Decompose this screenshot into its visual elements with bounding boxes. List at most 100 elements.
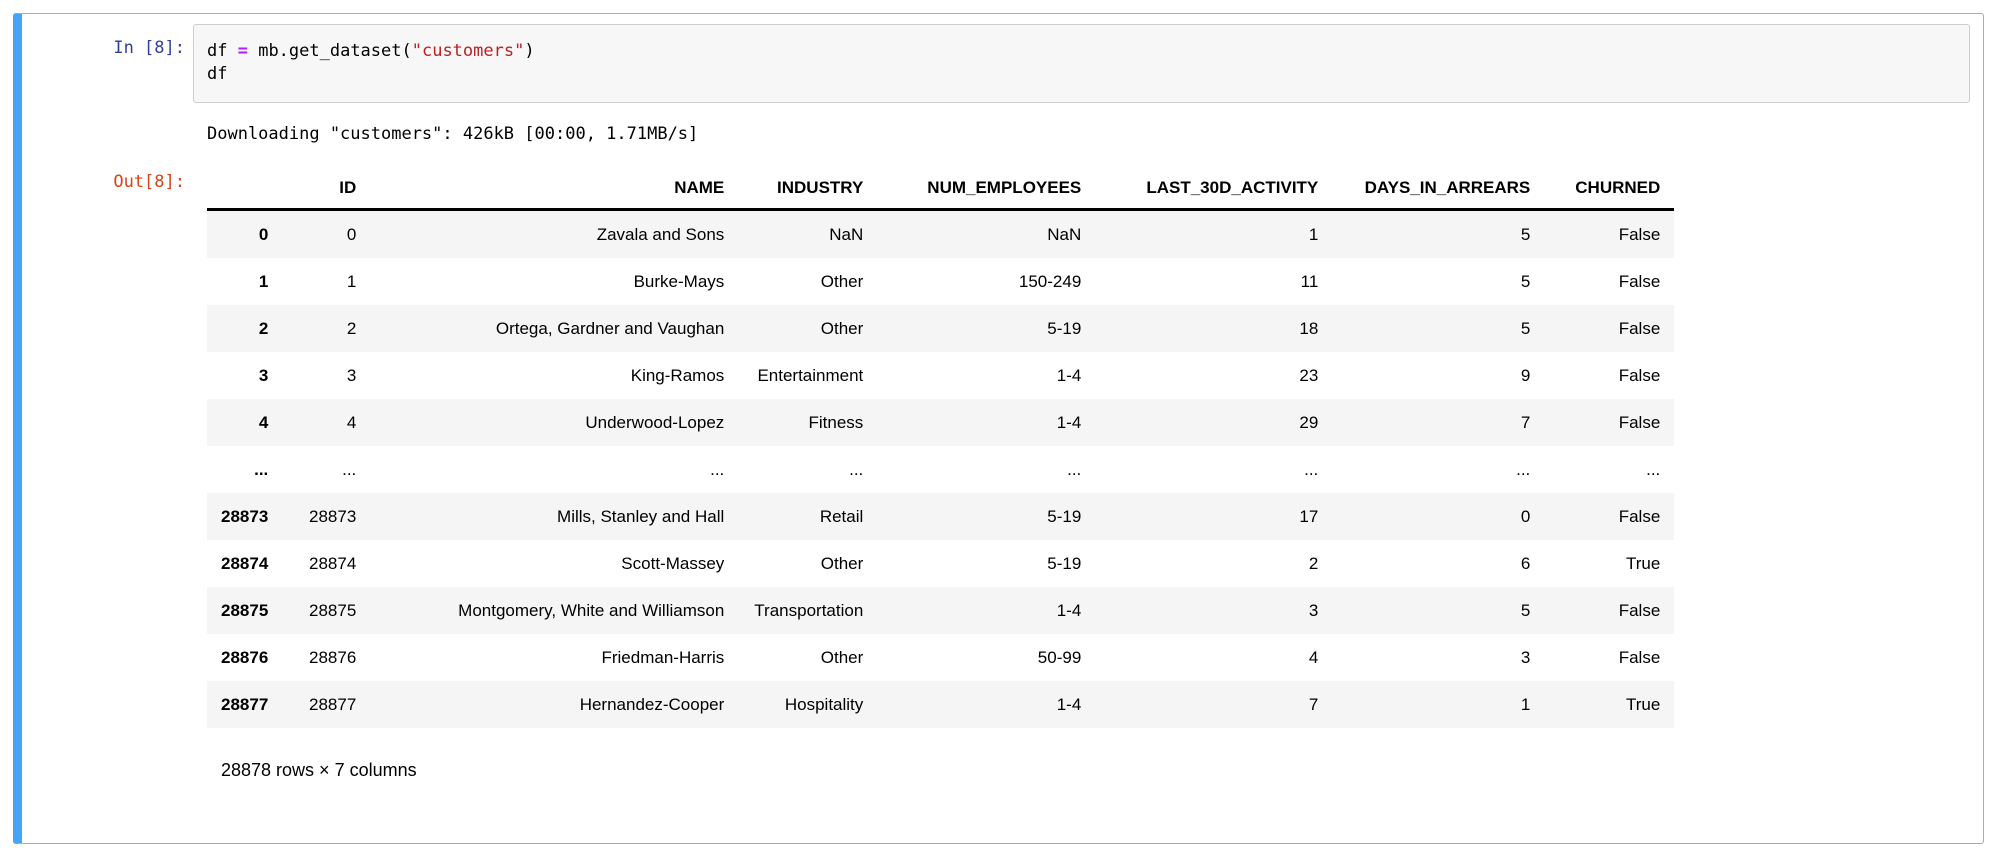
- df-cell: 7: [1095, 681, 1332, 728]
- df-cell: Retail: [738, 493, 877, 540]
- code-text[interactable]: df = mb.get_dataset("customers") df: [207, 40, 1956, 86]
- df-cell: 4: [1095, 634, 1332, 681]
- code-token-operator: =: [238, 41, 248, 61]
- df-cell: King-Ramos: [370, 352, 738, 399]
- df-cell: 5: [1332, 258, 1544, 305]
- df-cell: 5: [1332, 587, 1544, 634]
- df-cell: Burke-Mays: [370, 258, 738, 305]
- df-cell: 2: [282, 305, 370, 352]
- table-row: 2887628876Friedman-HarrisOther50-9943Fal…: [207, 634, 1674, 681]
- df-cell: 17: [1095, 493, 1332, 540]
- df-cell: Underwood-Lopez: [370, 399, 738, 446]
- df-cell: 3: [1095, 587, 1332, 634]
- df-index-cell: 3: [207, 352, 282, 399]
- output-prompt: Out[8]:: [22, 168, 193, 192]
- df-index-cell: ...: [207, 446, 282, 493]
- df-cell: False: [1544, 587, 1674, 634]
- df-cell: ...: [738, 446, 877, 493]
- df-cell: 29: [1095, 399, 1332, 446]
- df-cell: 9: [1332, 352, 1544, 399]
- df-cell: False: [1544, 634, 1674, 681]
- df-index-cell: 1: [207, 258, 282, 305]
- df-cell: False: [1544, 305, 1674, 352]
- df-cell: 23: [1095, 352, 1332, 399]
- df-cell: ...: [282, 446, 370, 493]
- df-cell: 28873: [282, 493, 370, 540]
- df-index-cell: 28876: [207, 634, 282, 681]
- df-cell: 150-249: [877, 258, 1095, 305]
- table-row: 2887328873Mills, Stanley and HallRetail5…: [207, 493, 1674, 540]
- df-cell: 28877: [282, 681, 370, 728]
- code-editor[interactable]: df = mb.get_dataset("customers") df: [193, 24, 1970, 103]
- df-index-cell: 28874: [207, 540, 282, 587]
- df-cell: False: [1544, 493, 1674, 540]
- df-cell: Entertainment: [738, 352, 877, 399]
- code-token-plain: ): [524, 41, 534, 61]
- df-index-cell: 2: [207, 305, 282, 352]
- df-cell: 1-4: [877, 399, 1095, 446]
- df-cell: Other: [738, 305, 877, 352]
- df-cell: Scott-Massey: [370, 540, 738, 587]
- df-index-cell: 28877: [207, 681, 282, 728]
- df-column-header-id: ID: [282, 168, 370, 210]
- notebook-cell[interactable]: In [8]: df = mb.get_dataset("customers")…: [13, 13, 1984, 844]
- table-row: 2887728877Hernandez-CooperHospitality1-4…: [207, 681, 1674, 728]
- df-index-cell: 28875: [207, 587, 282, 634]
- df-cell: ...: [877, 446, 1095, 493]
- df-cell: Other: [738, 258, 877, 305]
- df-cell: 1: [1332, 681, 1544, 728]
- df-cell: Mills, Stanley and Hall: [370, 493, 738, 540]
- df-cell: 5-19: [877, 493, 1095, 540]
- df-cell: False: [1544, 352, 1674, 399]
- df-cell: Transportation: [738, 587, 877, 634]
- dataframe-header-row: IDNAMEINDUSTRYNUM_EMPLOYEESLAST_30D_ACTI…: [207, 168, 1674, 210]
- df-cell: 2: [1095, 540, 1332, 587]
- table-row: 2887428874Scott-MasseyOther5-1926True: [207, 540, 1674, 587]
- df-cell: 1: [1095, 210, 1332, 259]
- df-cell: 6: [1332, 540, 1544, 587]
- df-cell: False: [1544, 258, 1674, 305]
- df-cell: True: [1544, 540, 1674, 587]
- stream-output: Downloading "customers": 426kB [00:00, 1…: [193, 103, 1971, 144]
- input-prompt: In [8]:: [22, 24, 193, 58]
- df-index-cell: 0: [207, 210, 282, 259]
- df-index-cell: 4: [207, 399, 282, 446]
- df-cell: Fitness: [738, 399, 877, 446]
- code-token-plain: df: [207, 41, 238, 61]
- df-cell: Hernandez-Cooper: [370, 681, 738, 728]
- input-row: In [8]: df = mb.get_dataset("customers")…: [22, 24, 1971, 103]
- df-cell: 5: [1332, 305, 1544, 352]
- df-cell: 0: [1332, 493, 1544, 540]
- df-cell: ...: [1095, 446, 1332, 493]
- df-cell: Ortega, Gardner and Vaughan: [370, 305, 738, 352]
- code-token-string: "customers": [412, 41, 525, 61]
- df-cell: Friedman-Harris: [370, 634, 738, 681]
- table-row: 2887528875Montgomery, White and Williams…: [207, 587, 1674, 634]
- df-cell: 0: [282, 210, 370, 259]
- dataframe-header: IDNAMEINDUSTRYNUM_EMPLOYEESLAST_30D_ACTI…: [207, 168, 1674, 210]
- table-row: 11Burke-MaysOther150-249115False: [207, 258, 1674, 305]
- df-cell: 1-4: [877, 681, 1095, 728]
- df-column-header-industry: INDUSTRY: [738, 168, 877, 210]
- df-cell: Zavala and Sons: [370, 210, 738, 259]
- df-cell: ...: [370, 446, 738, 493]
- dataframe-shape-caption: 28878 rows × 7 columns: [207, 760, 1971, 781]
- table-row: 00Zavala and SonsNaNNaN15False: [207, 210, 1674, 259]
- df-cell: ...: [1332, 446, 1544, 493]
- dataframe-body: 00Zavala and SonsNaNNaN15False11Burke-Ma…: [207, 210, 1674, 729]
- df-cell: 28875: [282, 587, 370, 634]
- df-cell: True: [1544, 681, 1674, 728]
- df-cell: Other: [738, 634, 877, 681]
- df-column-header-num_employees: NUM_EMPLOYEES: [877, 168, 1095, 210]
- df-cell: 1: [282, 258, 370, 305]
- df-column-header-days_in_arrears: DAYS_IN_ARREARS: [1332, 168, 1544, 210]
- df-cell: 5: [1332, 210, 1544, 259]
- df-cell: 1-4: [877, 587, 1095, 634]
- table-row: 44Underwood-LopezFitness1-4297False: [207, 399, 1674, 446]
- df-cell: 18: [1095, 305, 1332, 352]
- df-index-header: [207, 168, 282, 210]
- df-cell: NaN: [738, 210, 877, 259]
- df-cell: 7: [1332, 399, 1544, 446]
- output-area: IDNAMEINDUSTRYNUM_EMPLOYEESLAST_30D_ACTI…: [193, 168, 1971, 781]
- df-cell: 5-19: [877, 540, 1095, 587]
